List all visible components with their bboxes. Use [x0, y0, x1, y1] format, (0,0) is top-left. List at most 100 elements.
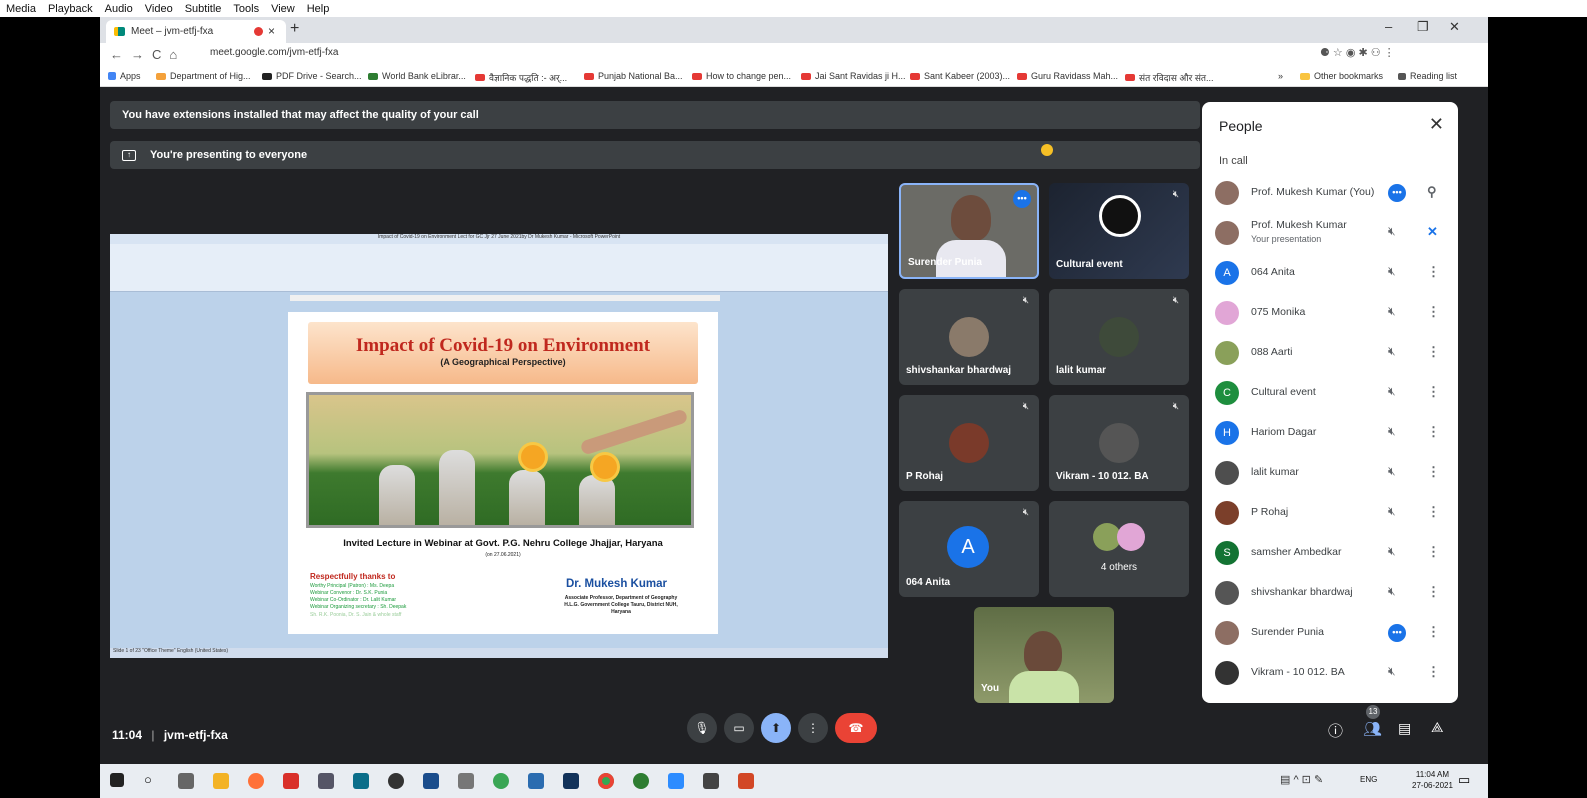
reading-list[interactable]: Reading list [1398, 71, 1457, 81]
pin-icon[interactable]: ⚲ [1427, 184, 1437, 200]
bookmark-item[interactable]: Sant Kabeer (2003)... [910, 71, 1010, 81]
task-view-icon[interactable] [178, 773, 194, 789]
tray-icons[interactable]: ▤ ^ ⊡ ✎ [1280, 773, 1323, 786]
obs-icon[interactable] [388, 773, 404, 789]
bookmark-item[interactable]: World Bank eLibrar... [368, 71, 466, 81]
app-icon[interactable] [353, 773, 369, 789]
menu-video[interactable]: Video [145, 3, 173, 15]
camera-icon[interactable]: ▭ [724, 713, 754, 743]
more-options-icon[interactable]: ⋮ [1427, 624, 1440, 640]
home-icon[interactable]: ⌂ [169, 47, 177, 62]
minimize-button[interactable]: – [1385, 19, 1392, 34]
participant-row[interactable]: 088 Aarti 🔇︎ ⋮ [1202, 333, 1458, 373]
participant-row[interactable]: lalit kumar 🔇︎ ⋮ [1202, 453, 1458, 493]
app-icon[interactable] [493, 773, 509, 789]
more-options-icon[interactable]: ⋮ [1427, 584, 1440, 600]
more-options-icon[interactable]: ⋮ [1427, 504, 1440, 520]
notification-icon[interactable]: ▭ [1458, 772, 1470, 788]
bookmarks-overflow[interactable]: » [1278, 71, 1283, 81]
photoshop-icon[interactable] [563, 773, 579, 789]
mic-icon[interactable]: 🎙︎ [687, 713, 717, 743]
participant-tile[interactable]: 🔇︎ lalit kumar [1049, 289, 1189, 385]
bookmark-item[interactable]: Punjab National Ba... [584, 71, 683, 81]
search-icon[interactable]: ○ [144, 772, 152, 787]
more-options-icon[interactable]: ⋮ [1427, 344, 1440, 360]
menu-help[interactable]: Help [307, 3, 330, 15]
participant-tile[interactable]: 🔇︎ shivshankar bhardwaj [899, 289, 1039, 385]
zoom-icon[interactable] [668, 773, 684, 789]
participant-row[interactable]: A 064 Anita 🔇︎ ⋮ [1202, 253, 1458, 293]
bookmark-item[interactable]: Department of Hig... [156, 71, 251, 81]
new-tab-button[interactable]: + [290, 20, 299, 38]
bookmark-item[interactable]: संत रविदास और संत... [1125, 71, 1214, 84]
acrobat-icon[interactable] [283, 773, 299, 789]
back-icon[interactable]: ← [110, 47, 123, 62]
participant-row[interactable]: P Rohaj 🔇︎ ⋮ [1202, 493, 1458, 533]
participant-tile[interactable]: 🔇︎ Cultural event [1049, 183, 1189, 279]
participant-tile[interactable]: 🔇︎ P Rohaj [899, 395, 1039, 491]
participant-row[interactable]: Prof. Mukesh Kumar Your presentation 🔇︎ ✕ [1202, 213, 1458, 253]
close-icon[interactable]: ✕ [1429, 114, 1444, 135]
participant-row[interactable]: Vikram - 10 012. BA 🔇︎ ⋮ [1202, 653, 1458, 693]
app-icon[interactable] [318, 773, 334, 789]
powerpoint-icon[interactable] [738, 773, 754, 789]
menu-view[interactable]: View [271, 3, 295, 15]
more-options-icon[interactable]: ⋮ [798, 713, 828, 743]
chrome-icon[interactable] [598, 773, 614, 789]
more-options-icon[interactable]: ⋮ [1427, 544, 1440, 560]
menu-media[interactable]: Media [6, 3, 36, 15]
app-icon[interactable] [423, 773, 439, 789]
activities-icon[interactable]: ⟁ [1431, 719, 1444, 736]
window-close-button[interactable]: ✕ [1449, 19, 1460, 35]
reload-icon[interactable]: C [152, 47, 161, 62]
app-icon[interactable] [633, 773, 649, 789]
participant-tile[interactable]: A 🔇︎ 064 Anita [899, 501, 1039, 597]
file-explorer-icon[interactable] [213, 773, 229, 789]
clock[interactable]: 11:04 AM 27-06-2021 [1412, 769, 1453, 791]
other-bookmarks[interactable]: Other bookmarks [1300, 71, 1383, 81]
participant-row[interactable]: C Cultural event 🔇︎ ⋮ [1202, 373, 1458, 413]
extension-icons[interactable]: ⚈ ☆ ◉ ✱ ⚇ ⋮ [1320, 46, 1395, 59]
forward-icon[interactable]: → [131, 47, 144, 62]
tab-close-button[interactable]: × [268, 24, 275, 38]
bookmark-item[interactable]: वैज्ञानिक पद्धति :- अर्... [475, 71, 567, 84]
menu-subtitle[interactable]: Subtitle [185, 3, 222, 15]
more-options-icon[interactable]: ••• [1013, 190, 1031, 208]
camera-app-icon[interactable] [458, 773, 474, 789]
menu-playback[interactable]: Playback [48, 3, 93, 15]
app-icon[interactable] [528, 773, 544, 789]
participant-tile[interactable]: ••• Surender Punia [899, 183, 1039, 279]
leave-call-button[interactable]: ☎︎ [835, 713, 877, 743]
firefox-icon[interactable] [248, 773, 264, 789]
menu-audio[interactable]: Audio [105, 3, 133, 15]
more-options-icon[interactable]: ⋮ [1427, 264, 1440, 280]
participant-row[interactable]: 075 Monika 🔇︎ ⋮ [1202, 293, 1458, 333]
info-icon[interactable]: ⓘ [1328, 720, 1343, 741]
bookmark-apps[interactable]: Apps [108, 71, 141, 81]
participant-row[interactable]: shivshankar bhardwaj 🔇︎ ⋮ [1202, 573, 1458, 613]
more-options-icon[interactable]: ⋮ [1427, 384, 1440, 400]
participant-tile[interactable]: 🔇︎ Vikram - 10 012. BA [1049, 395, 1189, 491]
more-options-icon[interactable]: ⋮ [1427, 464, 1440, 480]
more-options-icon[interactable]: ⋮ [1427, 304, 1440, 320]
url-field[interactable]: meet.google.com/jvm-etfj-fxa [210, 47, 338, 58]
more-options-icon[interactable]: ⋮ [1427, 424, 1440, 440]
participant-row[interactable]: Surender Punia ••• ⋮ [1202, 613, 1458, 653]
meet-tab[interactable]: Meet – jvm-etfj-fxa × [106, 20, 286, 43]
language-indicator[interactable]: ENG [1360, 775, 1377, 784]
self-tile[interactable]: You [974, 607, 1114, 703]
unpin-icon[interactable]: ✕ [1427, 224, 1438, 240]
people-icon[interactable]: 👥︎ [1363, 720, 1382, 738]
participant-row[interactable]: Ssamsher Ambedkar 🔇︎ ⋮ [1202, 533, 1458, 573]
maximize-button[interactable]: ❐ [1417, 19, 1429, 35]
chat-icon[interactable]: ▤ [1398, 720, 1411, 737]
windows-start-icon[interactable] [110, 773, 124, 787]
participant-row[interactable]: H Hariom Dagar 🔇︎ ⋮ [1202, 413, 1458, 453]
menu-tools[interactable]: Tools [233, 3, 259, 15]
present-button[interactable]: ⬆ [761, 713, 791, 743]
others-tile[interactable]: 4 others [1049, 501, 1189, 597]
bookmark-item[interactable]: Guru Ravidass Mah... [1017, 71, 1118, 81]
participant-row[interactable]: Prof. Mukesh Kumar (You) ••• ⚲ [1202, 173, 1458, 213]
bookmark-item[interactable]: How to change pen... [692, 71, 791, 81]
more-options-icon[interactable]: ⋮ [1427, 664, 1440, 680]
